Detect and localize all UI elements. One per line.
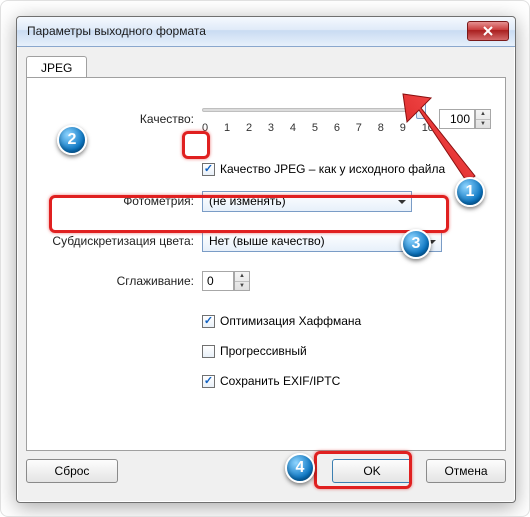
exif-label: Сохранить EXIF/IPTC bbox=[220, 374, 340, 388]
exif-checkbox[interactable] bbox=[202, 375, 215, 388]
same-quality-label: Качество JPEG – как у исходного файла bbox=[220, 162, 445, 176]
dialog-window: Параметры выходного формата JPEG Качеств… bbox=[16, 16, 516, 503]
tab-jpeg[interactable]: JPEG bbox=[26, 56, 87, 79]
smoothing-input[interactable] bbox=[202, 271, 234, 291]
progressive-checkbox[interactable] bbox=[202, 345, 215, 358]
quality-label: Качество: bbox=[27, 112, 202, 126]
client-area: JPEG Качество: 0 1 2 3 4 5 6 7 bbox=[18, 47, 514, 501]
photometry-value: (не изменять) bbox=[209, 194, 286, 208]
ok-button[interactable]: OK bbox=[332, 459, 412, 483]
photometry-combo[interactable]: (не изменять) bbox=[202, 191, 412, 212]
titlebar: Параметры выходного формата bbox=[17, 17, 515, 47]
annotation-badge-3: 3 bbox=[401, 229, 431, 259]
window-title: Параметры выходного формата bbox=[27, 24, 206, 38]
smoothing-spinner[interactable]: ▲▼ bbox=[234, 271, 250, 291]
reset-button[interactable]: Сброс bbox=[26, 459, 118, 483]
quality-slider[interactable]: 0 1 2 3 4 5 6 7 8 9 10 bbox=[202, 102, 435, 136]
annotation-badge-1: 1 bbox=[455, 177, 485, 207]
slider-track bbox=[202, 108, 424, 112]
huffman-checkbox[interactable] bbox=[202, 315, 215, 328]
subsampling-value: Нет (выше качество) bbox=[209, 234, 325, 248]
same-quality-checkbox[interactable] bbox=[202, 163, 215, 176]
progressive-label: Прогрессивный bbox=[220, 344, 307, 358]
button-bar: Сброс OK Отмена bbox=[26, 459, 506, 489]
close-button[interactable] bbox=[467, 21, 509, 41]
tabstrip: JPEG bbox=[26, 55, 87, 78]
slider-thumb[interactable] bbox=[416, 103, 426, 119]
smoothing-label: Сглаживание: bbox=[27, 274, 202, 288]
photometry-label: Фотометрия: bbox=[27, 194, 202, 208]
annotation-badge-4: 4 bbox=[285, 453, 315, 483]
annotation-badge-2: 2 bbox=[57, 125, 87, 155]
quality-input[interactable] bbox=[439, 109, 475, 129]
quality-spinner[interactable]: ▲▼ bbox=[475, 109, 491, 129]
close-icon bbox=[483, 26, 493, 36]
subsampling-label: Субдискретизация цвета: bbox=[27, 234, 202, 248]
slider-ticks: 0 1 2 3 4 5 6 7 8 9 10 bbox=[202, 122, 434, 134]
huffman-label: Оптимизация Хаффмана bbox=[220, 314, 361, 328]
tab-body: Качество: 0 1 2 3 4 5 6 7 8 9 bbox=[26, 77, 506, 451]
cancel-button[interactable]: Отмена bbox=[426, 459, 506, 483]
